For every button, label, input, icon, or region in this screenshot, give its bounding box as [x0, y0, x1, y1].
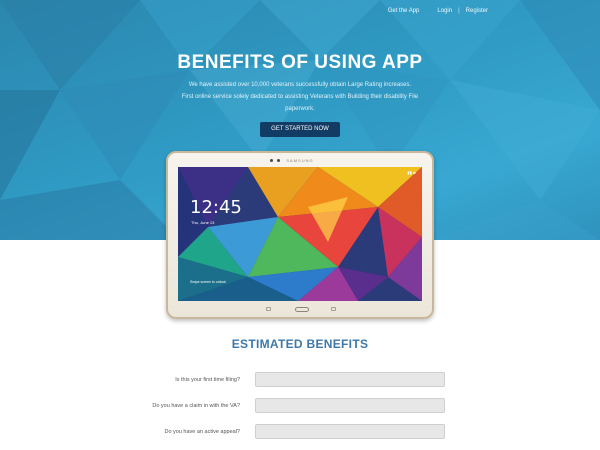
- hero-description-line3: paperwork.: [285, 106, 315, 112]
- top-nav: Get the App Login | Register: [388, 8, 488, 14]
- question-label-active-appeal: Do you have an active appeal?: [164, 429, 240, 435]
- tablet-device-image: SAMSUNG ▮▮ ▰ 12:45 Thu, June 13 Swipe sc…: [166, 151, 434, 319]
- va-claim-input[interactable]: [255, 398, 445, 413]
- home-button-icon: [295, 307, 309, 312]
- question-label-first-filing: Is this your first time filing?: [175, 377, 240, 383]
- tablet-screen: ▮▮ ▰ 12:45 Thu, June 13 Swipe screen to …: [178, 167, 422, 301]
- active-appeal-input[interactable]: [255, 424, 445, 439]
- hero-description-line2: First online service solely dedicated to…: [181, 94, 419, 100]
- lockscreen-date: Thu, June 13: [191, 220, 215, 225]
- recent-apps-key-icon: [266, 307, 271, 311]
- back-key-icon: [331, 307, 336, 311]
- unlock-hint: Swipe screen to unlock: [190, 280, 226, 284]
- login-link[interactable]: Login: [437, 8, 452, 14]
- status-bar-icons: ▮▮ ▰: [407, 170, 416, 175]
- first-filing-input[interactable]: [255, 372, 445, 387]
- register-link[interactable]: Register: [466, 8, 488, 14]
- estimated-benefits-heading: ESTIMATED BENEFITS: [231, 337, 369, 351]
- hero-description-line1: We have assisted over 10,000 veterans su…: [188, 82, 412, 88]
- tablet-brand: SAMSUNG: [286, 158, 314, 163]
- get-the-app-link[interactable]: Get the App: [388, 8, 420, 14]
- lockscreen-clock: 12:45: [190, 197, 242, 218]
- nav-separator: |: [458, 8, 460, 14]
- page-title: BENEFITS OF USING APP: [177, 52, 423, 73]
- question-label-va-claim: Do you have a claim in with the VA?: [152, 403, 240, 409]
- get-started-button[interactable]: GET STARTED NOW: [260, 122, 340, 137]
